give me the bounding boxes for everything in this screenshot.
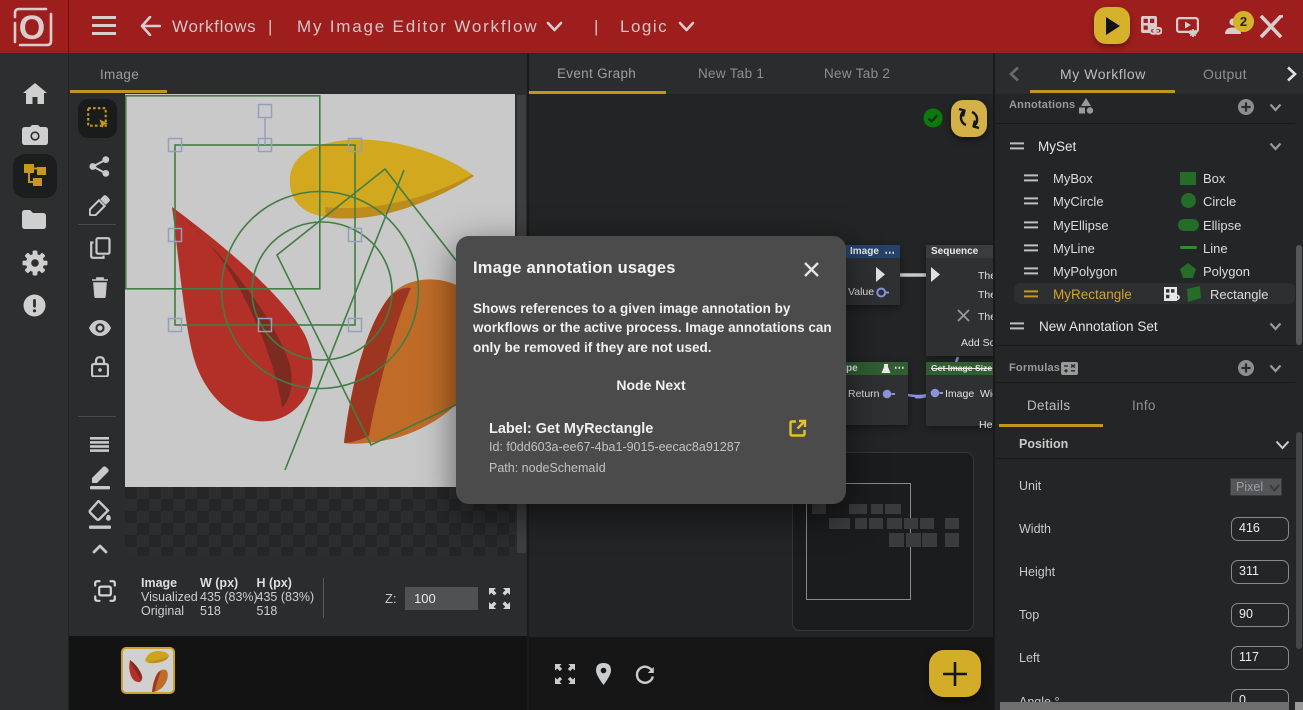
svg-text:O: O (19, 9, 45, 47)
